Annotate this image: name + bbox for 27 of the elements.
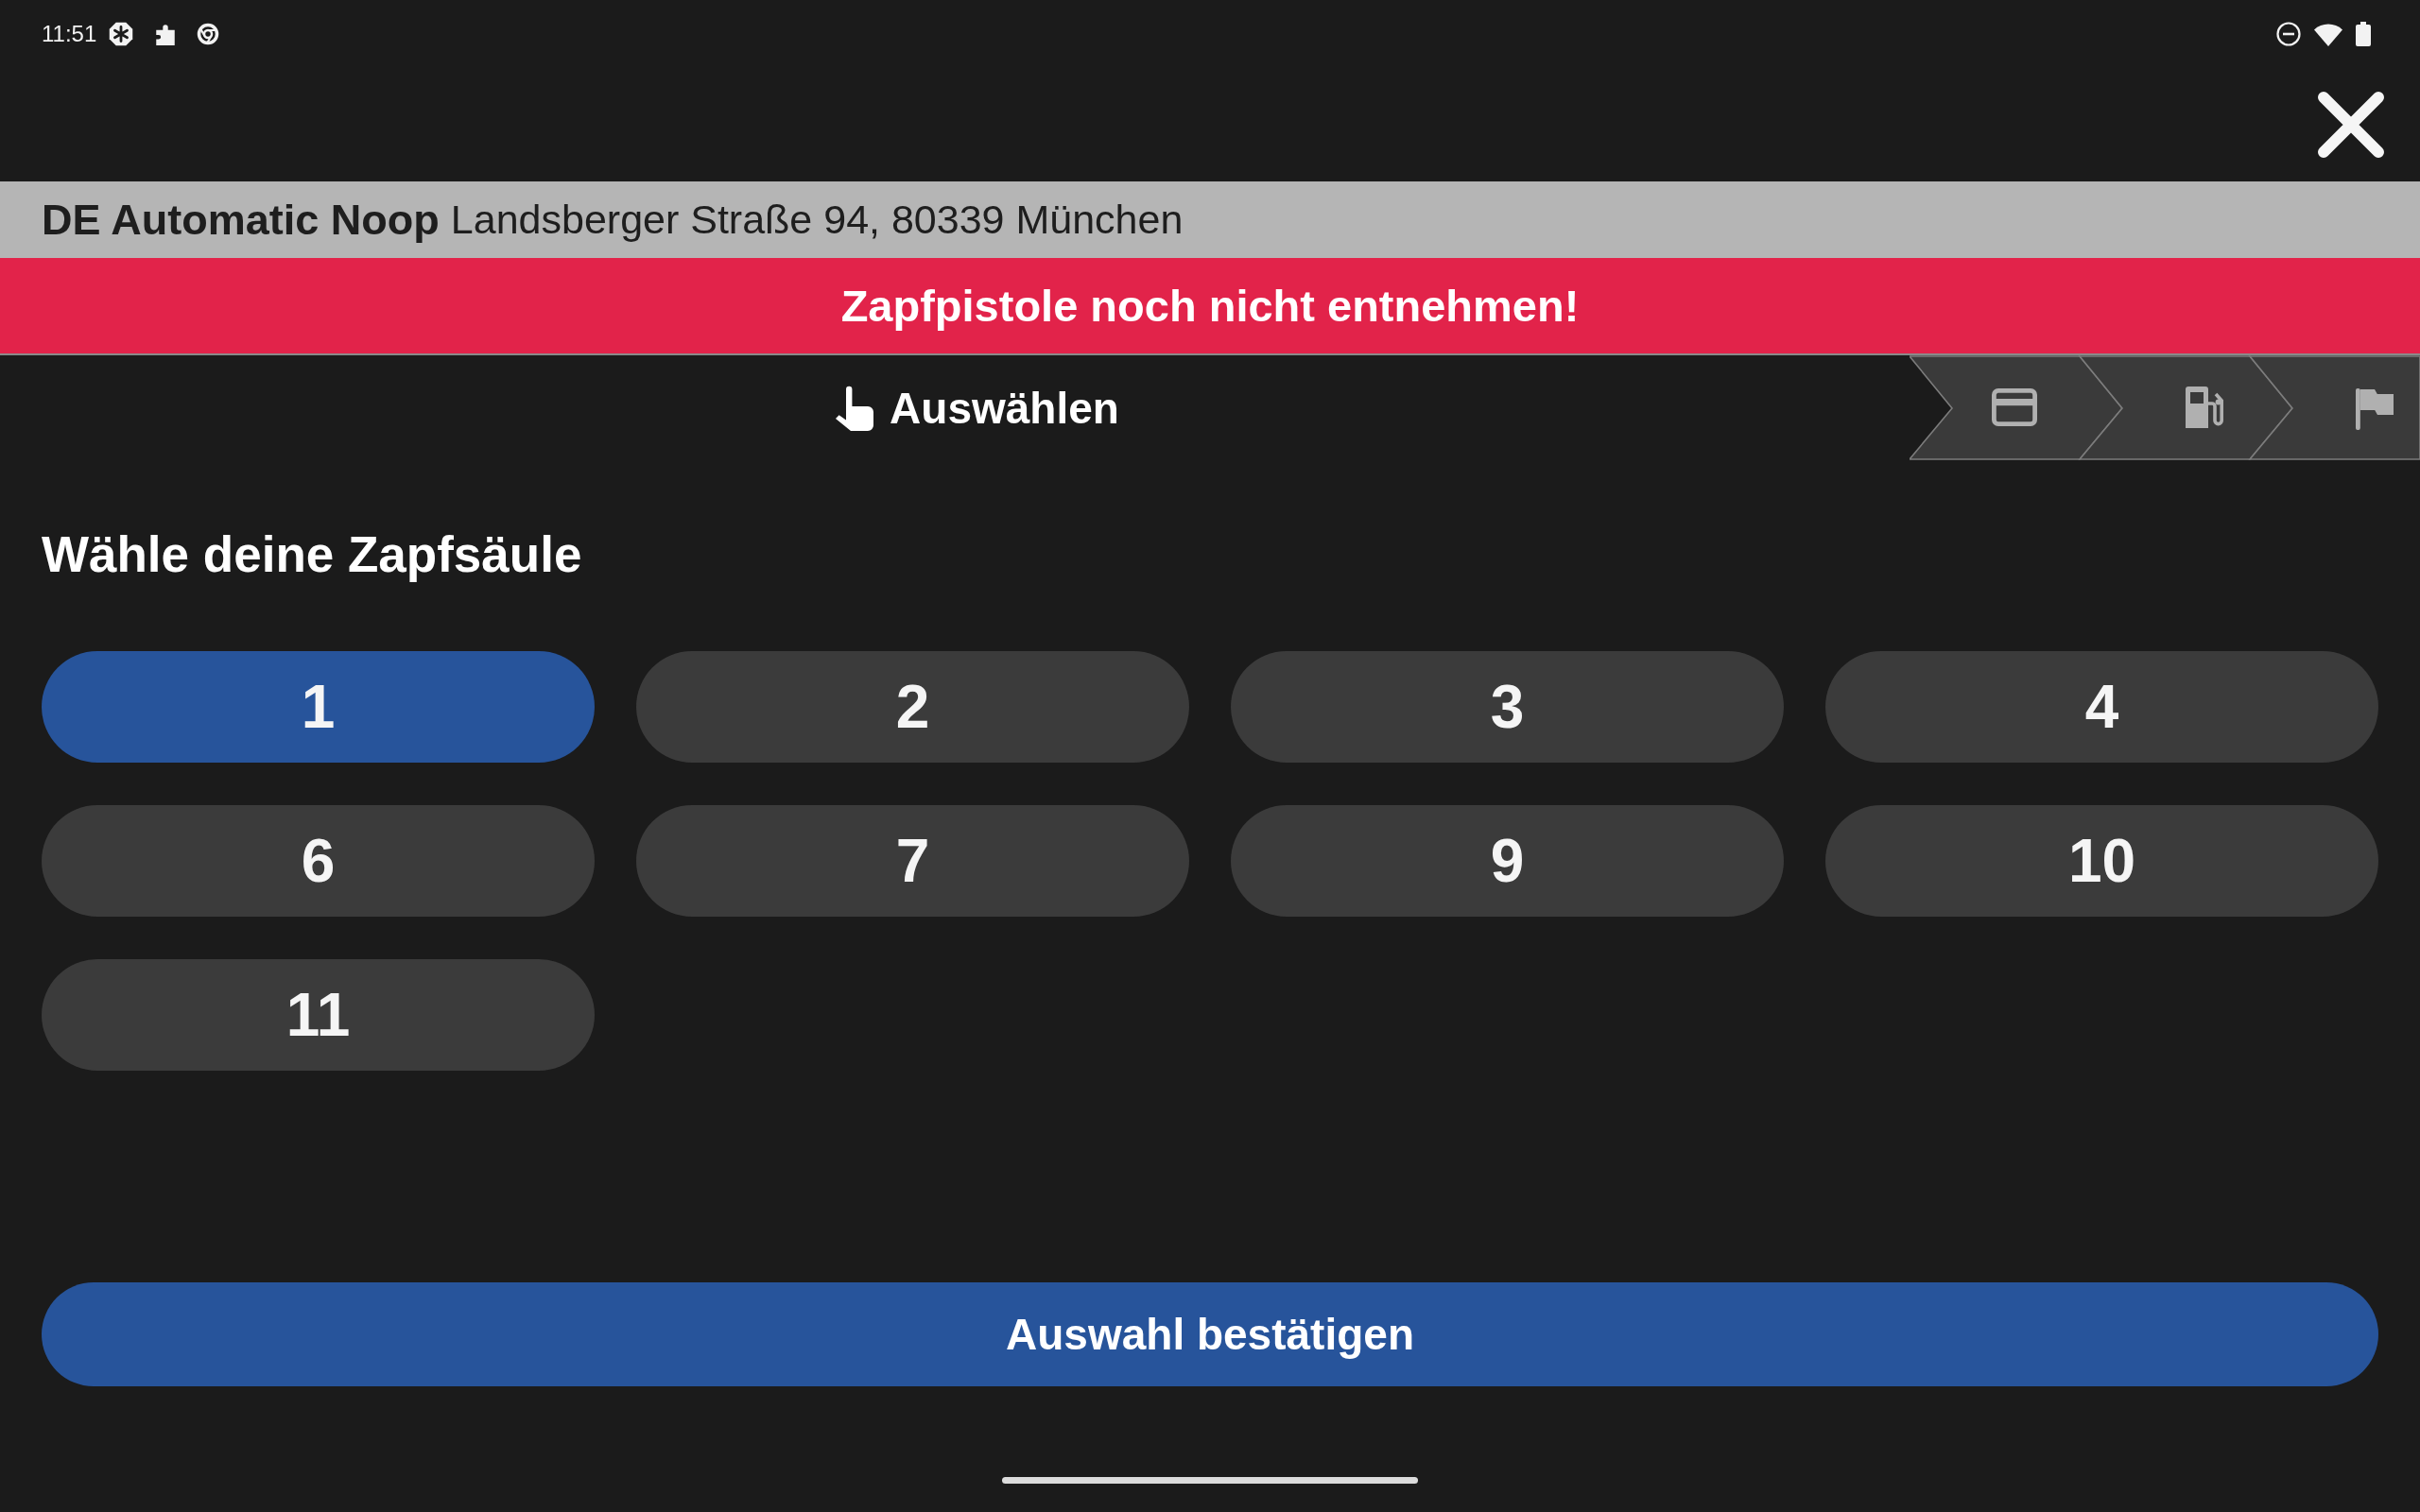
pump-option[interactable]: 4: [1825, 651, 2378, 763]
close-icon: [2317, 91, 2385, 159]
station-name: DE Automatic Noop: [42, 195, 440, 245]
pump-option[interactable]: 3: [1231, 651, 1784, 763]
pump-option[interactable]: 10: [1825, 805, 2378, 917]
pump-option[interactable]: 11: [42, 959, 595, 1071]
pump-option[interactable]: 9: [1231, 805, 1784, 917]
current-step-label: Auswählen: [890, 382, 1119, 434]
ring-icon: [197, 23, 220, 45]
station-address: Landsberger Straße 94, 80339 München: [450, 197, 1184, 243]
flag-icon: [2356, 388, 2394, 430]
pump-option[interactable]: 1: [42, 651, 595, 763]
warning-banner: Zapfpistole noch nicht entnehmen!: [0, 258, 2420, 355]
pump-option[interactable]: 2: [636, 651, 1189, 763]
confirm-button[interactable]: Auswahl bestätigen: [42, 1282, 2378, 1386]
pump-option[interactable]: 7: [636, 805, 1189, 917]
close-button[interactable]: [2317, 91, 2385, 159]
status-time: 11:51: [42, 21, 97, 47]
battery-icon: [2356, 22, 2371, 46]
asterisk-badge-icon: [108, 21, 135, 47]
pump-option[interactable]: 6: [42, 805, 595, 917]
fuel-pump-icon: [2186, 387, 2222, 428]
section-heading: Wähle deine Zapfsäule: [42, 525, 582, 584]
card-icon: [1994, 390, 2035, 424]
do-not-disturb-icon: [2276, 22, 2301, 46]
puzzle-icon: [155, 22, 177, 46]
wifi-icon: [2314, 22, 2342, 46]
